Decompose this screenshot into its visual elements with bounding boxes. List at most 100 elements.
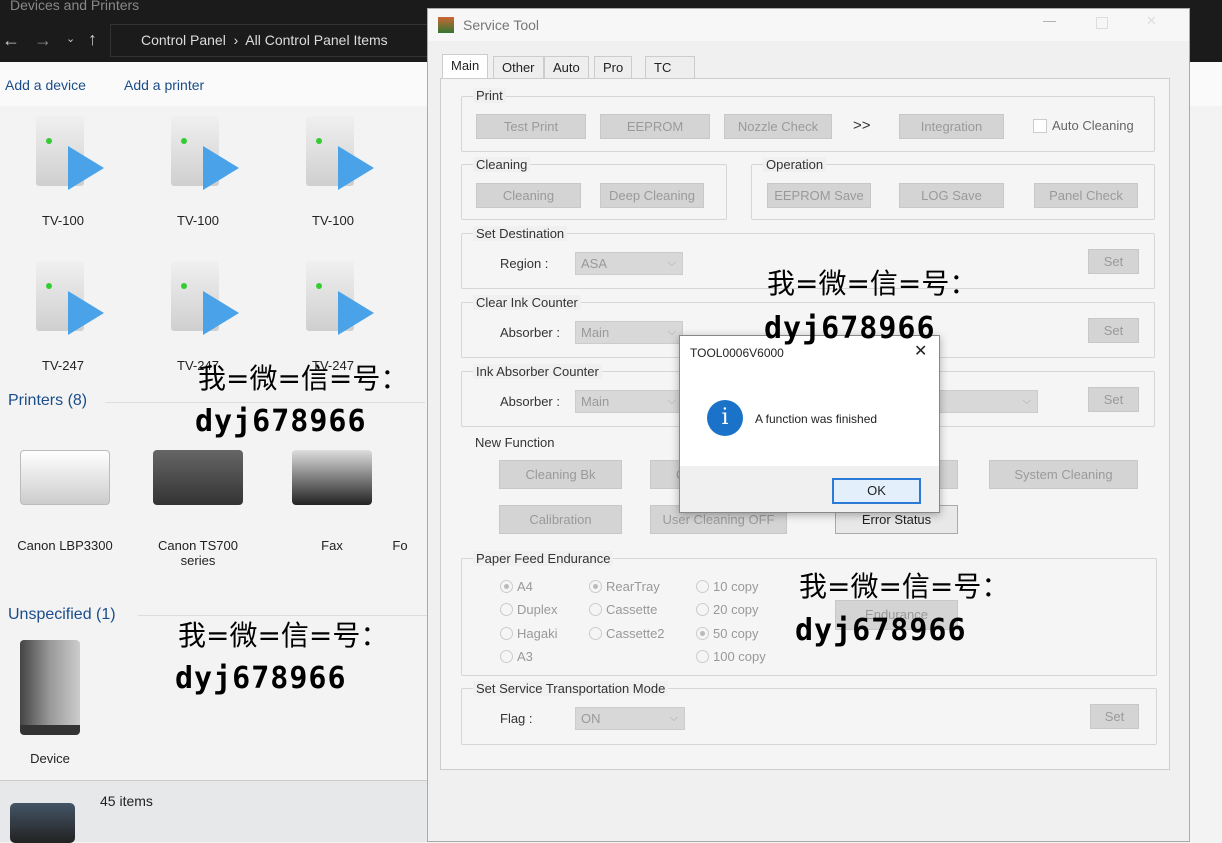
radio-a3[interactable]: A3	[500, 649, 533, 664]
minimize-icon[interactable]: —	[1043, 13, 1056, 28]
device-tv100-3[interactable]: TV-100	[278, 108, 388, 228]
breadcrumb-control-panel[interactable]: Control Panel	[141, 32, 226, 48]
status-bar: 45 items	[0, 780, 427, 843]
flag-label: Flag :	[500, 711, 533, 726]
radio-hagaki[interactable]: Hagaki	[500, 626, 557, 641]
back-icon[interactable]: ←	[2, 30, 20, 51]
dialog-footer: OK	[680, 466, 939, 512]
address-bar[interactable]: Control Panel › All Control Panel Items	[110, 24, 440, 57]
region-label: Region :	[500, 256, 549, 271]
breadcrumb-all-items[interactable]: All Control Panel Items	[245, 32, 387, 48]
device-icon	[20, 640, 80, 735]
cleaning-button[interactable]: Cleaning	[476, 183, 581, 208]
absorber-value: Main	[581, 394, 610, 409]
deep-cleaning-button[interactable]: Deep Cleaning	[600, 183, 704, 208]
watermark-line2: dyj678966	[795, 613, 967, 648]
chevron-down-icon: ⌵	[667, 326, 676, 338]
flag-select[interactable]: ON ⌵	[575, 707, 685, 730]
add-device-button[interactable]: Add a device	[5, 77, 86, 93]
new-function-label: New Function	[475, 435, 555, 450]
watermark-line1: 我=微=信=号：	[767, 267, 978, 300]
printer-canon-ts700[interactable]: Canon TS700 series	[143, 450, 253, 568]
radio-duplex[interactable]: Duplex	[500, 602, 557, 617]
printer-label: Canon TS700 series	[158, 538, 238, 568]
message-dialog: TOOL0006V6000 ✕ i A function was finishe…	[679, 335, 940, 513]
radio-cassette2[interactable]: Cassette2	[589, 626, 665, 641]
item-count: 45 items	[100, 793, 153, 809]
watermark-line2: dyj678966	[764, 311, 936, 346]
test-print-button[interactable]: Test Print	[476, 114, 586, 139]
destination-set-button[interactable]: Set	[1088, 249, 1139, 274]
window-title: Service Tool	[463, 17, 540, 33]
dialog-message: A function was finished	[755, 412, 878, 426]
calibration-button[interactable]: Calibration	[499, 505, 622, 534]
printer-icon	[153, 450, 243, 505]
tab-tc[interactable]: TC	[645, 56, 695, 78]
media-device-icon	[28, 108, 104, 190]
device-tv100-1[interactable]: TV-100	[8, 108, 118, 228]
app-icon	[438, 17, 454, 33]
log-save-button[interactable]: LOG Save	[899, 183, 1004, 208]
device-label: TV-247	[42, 358, 84, 373]
radio-100-copy[interactable]: 100 copy	[696, 649, 766, 664]
unspecified-device[interactable]: Device	[0, 640, 100, 766]
media-device-icon	[28, 253, 104, 335]
system-cleaning-button[interactable]: System Cleaning	[989, 460, 1138, 489]
media-device-icon	[163, 253, 239, 335]
radio-50-copy[interactable]: 50 copy	[696, 626, 759, 641]
nozzle-check-button[interactable]: Nozzle Check	[724, 114, 832, 139]
recent-chevron-icon[interactable]: ⌄	[66, 32, 75, 45]
region-select[interactable]: ASA ⌵	[575, 252, 683, 275]
device-label: Device	[30, 751, 70, 766]
printer-canon-lbp3300[interactable]: Canon LBP3300	[10, 450, 120, 553]
chevron-down-icon: ⌵	[667, 395, 676, 407]
chevron-down-icon: ⌵	[1022, 395, 1031, 407]
tab-auto[interactable]: Auto	[544, 56, 589, 78]
region-value: ASA	[581, 256, 608, 271]
transport-set-button[interactable]: Set	[1090, 704, 1139, 729]
clear-ink-set-button[interactable]: Set	[1088, 318, 1139, 343]
integration-button[interactable]: Integration	[899, 114, 1004, 139]
up-icon[interactable]: ↑	[88, 29, 97, 50]
ink-absorber-set-button[interactable]: Set	[1088, 387, 1139, 412]
auto-cleaning-checkbox[interactable]	[1033, 119, 1047, 133]
window-title-bar: Service Tool — ✕	[428, 9, 1189, 41]
print-group-label: Print	[473, 88, 506, 103]
close-icon[interactable]: ✕	[1146, 13, 1157, 29]
radio-10-copy[interactable]: 10 copy	[696, 579, 759, 594]
clear-absorber-select[interactable]: Main ⌵	[575, 321, 683, 344]
ink-absorber-counter-label: Ink Absorber Counter	[473, 364, 602, 379]
printers-section-header[interactable]: Printers (8)	[8, 392, 87, 410]
more-arrows[interactable]: >>	[853, 117, 871, 134]
panel-check-button[interactable]: Panel Check	[1034, 183, 1138, 208]
chevron-down-icon: ⌵	[669, 712, 678, 724]
tab-pro[interactable]: Pro	[594, 56, 633, 78]
clear-ink-counter-label: Clear Ink Counter	[473, 295, 581, 310]
tab-main[interactable]: Main	[442, 54, 489, 79]
eeprom-save-button[interactable]: EEPROM Save	[767, 183, 871, 208]
device-tv247-3[interactable]: TV-247	[278, 253, 388, 373]
cleaning-group-label: Cleaning	[473, 157, 531, 172]
device-tv100-2[interactable]: TV-100	[143, 108, 253, 228]
radio-a4[interactable]: A4	[500, 579, 533, 594]
ink-absorber-select[interactable]: Main ⌵	[575, 390, 683, 413]
chevron-down-icon: ⌵	[667, 257, 676, 269]
device-tv247-1[interactable]: TV-247	[8, 253, 118, 373]
device-label: TV-100	[177, 213, 219, 228]
watermark-line2: dyj678966	[175, 661, 347, 696]
radio-20-copy[interactable]: 20 copy	[696, 602, 759, 617]
ok-button[interactable]: OK	[832, 478, 921, 504]
tab-other[interactable]: Other	[493, 56, 544, 78]
maximize-icon[interactable]	[1096, 17, 1108, 29]
printer-fo[interactable]: Fo	[365, 450, 435, 553]
radio-cassette[interactable]: Cassette	[589, 602, 657, 617]
eeprom-button[interactable]: EEPROM	[600, 114, 710, 139]
dialog-title: TOOL0006V6000	[690, 346, 784, 360]
device-tv247-2[interactable]: TV-247	[143, 253, 253, 373]
unspecified-section-header[interactable]: Unspecified (1)	[8, 606, 116, 624]
add-printer-button[interactable]: Add a printer	[124, 77, 204, 93]
forward-icon[interactable]: →	[34, 30, 52, 51]
cleaning-bk-button[interactable]: Cleaning Bk	[499, 460, 622, 489]
watermark-line1: 我=微=信=号：	[198, 362, 409, 395]
radio-reartray[interactable]: RearTray	[589, 579, 660, 594]
